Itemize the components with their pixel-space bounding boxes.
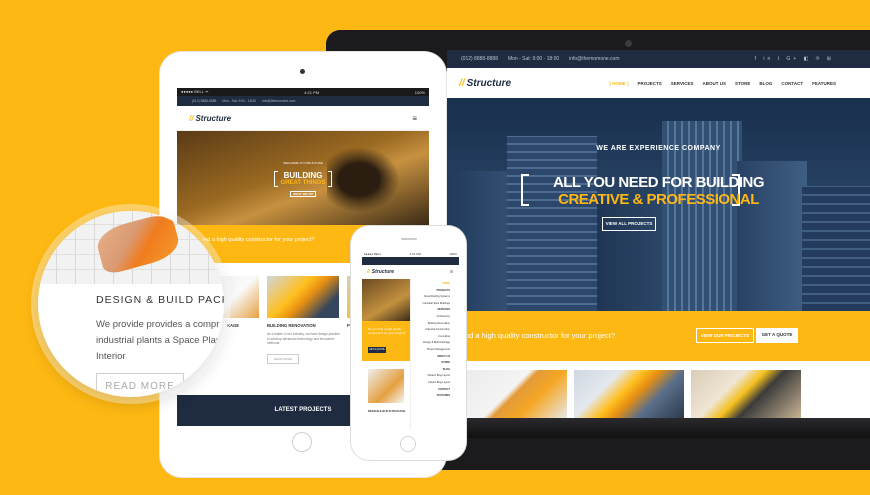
card-image[interactable] [368,369,404,403]
cta-text: you find a high quality constructor for … [447,331,616,340]
phone-screen: ●●●●● BELL 4:21 PM 100% //Structure ≡ Do… [362,251,459,430]
view-our-projects-button[interactable]: VIEW OUR PROJECTS [696,328,754,343]
clock: 4:21 PM [304,89,320,95]
card-image[interactable] [574,370,684,418]
carrier: ●●●●● BELL [364,252,382,256]
tablet-navbar: //Structure ≡ [177,106,429,131]
card-text: As a leader in our industry, we have des… [267,332,340,345]
phone-navbar: //Structure ≡ [362,265,459,279]
site-logo[interactable]: //Structure [367,269,394,275]
menu-item[interactable]: Consulting [438,335,450,338]
menu-item[interactable]: Classic Blog Layout [428,381,450,384]
battery-level: 100% [414,89,425,95]
get-quote-button[interactable]: GET A QUOTE [368,347,386,353]
nav-store[interactable]: STORE [735,81,750,86]
phone-hero-image [362,279,410,321]
nav-projects[interactable]: PROJECTS [638,81,662,86]
site-logo[interactable]: //Structure [459,78,511,89]
opening-hours: Mon - Sat: 9:00 - 18:00 [507,56,560,62]
hero-title-line2: CREATIVE & PROFESSIONAL [558,191,759,208]
site-logo[interactable]: //Structure [189,114,231,123]
email-link[interactable]: info@themomone.com [262,99,295,103]
laptop-navbar: //Structure [ HOME ] PROJECTS SERVICES A… [447,68,870,98]
phone-number: (012) 8888-8888 [461,56,498,62]
opening-hours: Mon - Sat: 9:00 - 18:00 [222,99,257,103]
menu-item[interactable]: Modern Blog Layout [428,374,450,377]
tablet-topbar: (012) 8888-8888 Mon - Sat: 9:00 - 18:00 … [177,96,429,106]
tablet-home-button[interactable] [292,432,312,452]
phone-number: (012) 8888-8888 [192,99,217,103]
nav-home[interactable]: [ HOME ] [610,81,629,86]
nav-about[interactable]: ABOUT US [702,81,726,86]
menu-item-about[interactable]: ABOUT US [437,355,450,358]
what-we-do-button[interactable]: WHAT WE DO [290,191,316,197]
card-image[interactable] [267,276,339,318]
battery-level: 100% [449,252,457,256]
menu-item-home[interactable]: HOME [443,282,451,285]
phone-cta-block: Do you find a high quality constructor f… [362,321,410,361]
phone-topbar [362,257,459,265]
nav-blog[interactable]: BLOG [759,81,772,86]
hero-title-line1: BUILDING [283,171,323,180]
menu-item-contact[interactable]: CONTACT [438,388,450,391]
view-all-projects-button[interactable]: VIEW ALL PROJECTS [602,217,656,231]
laptop-camera [625,40,632,47]
phone-dropdown-menu: HOME PROJECTS Metal Roofing Systems Indu… [410,279,454,430]
menu-item[interactable]: Architecture [437,315,450,318]
card-title: DESIGN & BUILD PACKAGE [368,409,406,413]
menu-item-features[interactable]: FEATURES [437,394,450,397]
card-title: BUILDING RENOVATION [267,323,316,328]
get-quote-button[interactable]: GET A QUOTE [756,328,798,343]
laptop-screen: (012) 8888-8888 Mon - Sat: 9:00 - 18:00 … [447,50,870,418]
logo-mark-icon: // [189,113,194,123]
tablet-status-bar: ●●●●● BELL ᯤ 4:21 PM 100% [177,88,429,96]
social-icons[interactable]: f in t G+ ◧ ℗ ⊞ [755,56,834,62]
menu-item[interactable]: Building Renovation [428,322,450,325]
nav-features[interactable]: FEATURES [812,81,836,86]
blueprint-image [38,211,224,284]
hero-title-line2: GREAT THINGS [280,180,326,186]
menu-item[interactable]: Design & Build Package [423,341,450,344]
card-image[interactable] [691,370,801,418]
tablet-camera [300,69,305,74]
menu-item-blog[interactable]: BLOG [443,368,450,371]
menu-item[interactable]: Metal Roofing Systems [424,295,450,298]
phone-speaker [401,238,417,240]
read-more-button[interactable]: READ MORE [96,373,184,397]
service-cards [447,361,870,418]
package-description: We provide provides a compr services for… [96,319,224,362]
laptop-topbar: (012) 8888-8888 Mon - Sat: 9:00 - 18:00 … [447,50,870,68]
hamburger-menu-icon[interactable]: ≡ [412,114,417,123]
menu-item[interactable]: Project Management [427,348,450,351]
hero-title-line1: ALL YOU NEED FOR BUILDING [552,174,765,191]
magnifier-callout: DESIGN & BUILD PACKAG We provide provide… [38,211,224,397]
menu-item[interactable]: Industrial Construction [425,328,450,331]
logo-mark-icon: // [459,77,465,89]
carrier: ●●●●● BELL ᯤ [181,89,209,94]
nav-services[interactable]: SERVICES [671,81,694,86]
nav-contact[interactable]: CONTACT [781,81,803,86]
logo-mark-icon: // [367,269,370,275]
package-title: DESIGN & BUILD PACKAG [96,294,224,306]
main-menu: [ HOME ] PROJECTS SERVICES ABOUT US STOR… [610,81,836,86]
email-link[interactable]: info@themomone.com [569,56,619,62]
menu-item-services[interactable]: SERVICES [437,308,450,311]
hamburger-menu-icon[interactable]: ≡ [450,269,453,275]
clock: 4:21 PM [409,252,421,256]
cta-text: Do you find a high quality constructor f… [368,327,406,335]
card-title: KAGE [227,323,240,328]
hero-eyebrow: WE ARE EXPERIENCE COMPANY [596,145,721,152]
menu-item-projects[interactable]: PROJECTS [437,289,450,292]
menu-item[interactable]: Industrial Steel Buildings [423,302,450,305]
read-more-button[interactable]: READ MORE [267,354,299,364]
menu-item-store[interactable]: STORE [441,361,450,364]
cta-strip: you find a high quality constructor for … [447,311,870,361]
phone-home-button[interactable] [400,436,416,452]
hero-small-caption: WELCOME TO STRUCTURE [283,161,323,165]
